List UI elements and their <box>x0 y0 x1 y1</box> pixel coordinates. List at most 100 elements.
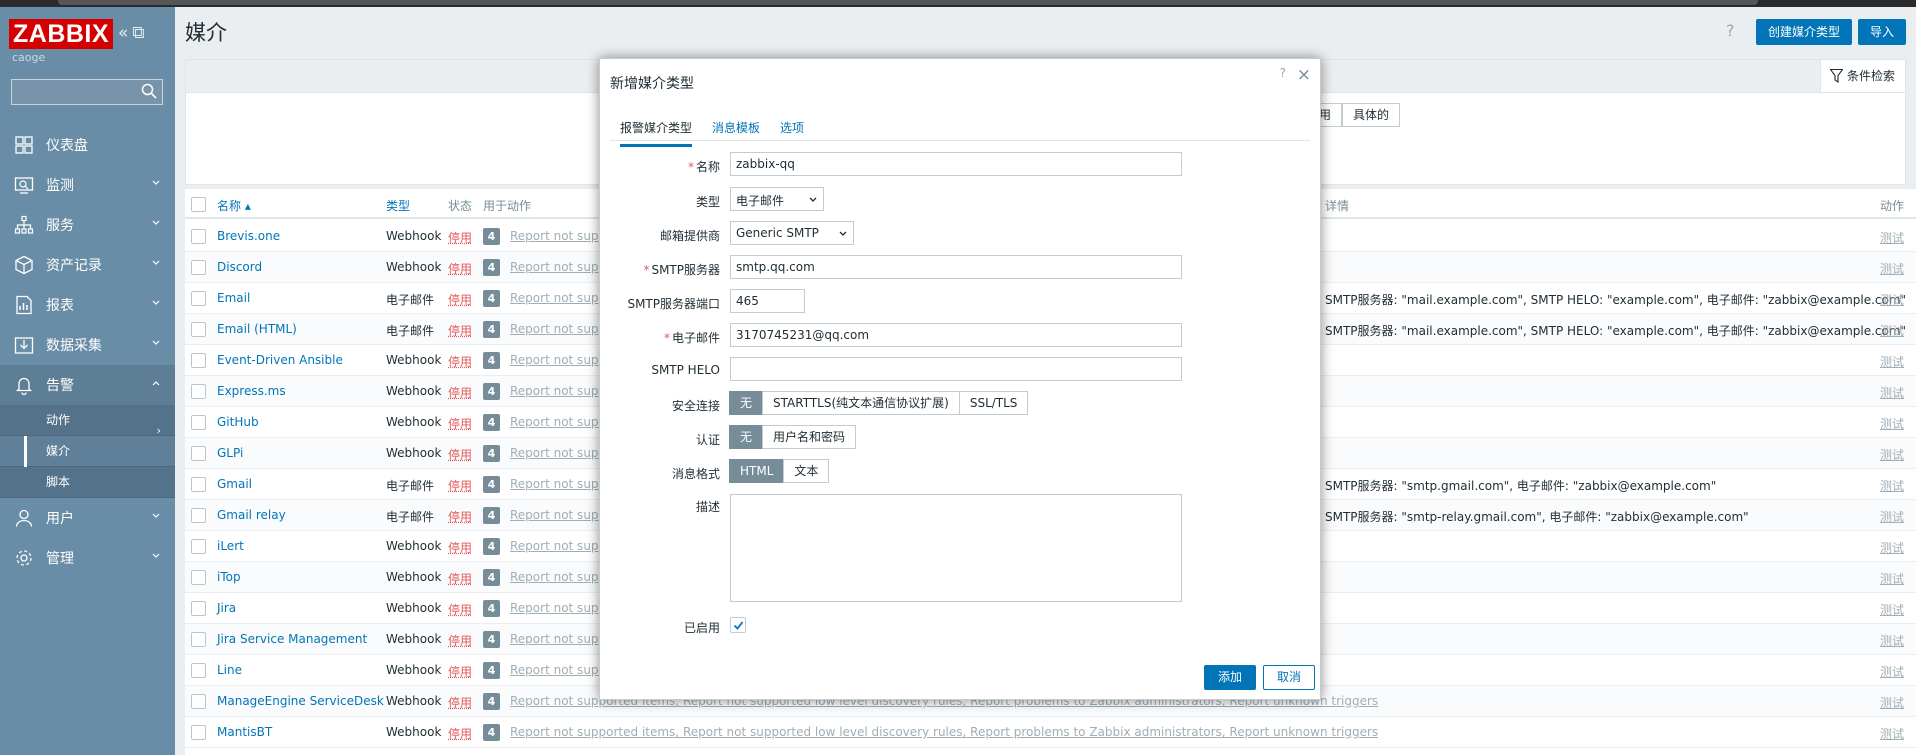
used-in-actions-links[interactable]: Report not supported items, Report not s… <box>510 725 1378 739</box>
select-all-checkbox[interactable] <box>191 197 206 212</box>
test-link[interactable]: 测试 <box>1880 260 1904 277</box>
collapse-icon[interactable]: « <box>118 23 132 43</box>
row-checkbox[interactable] <box>191 415 206 430</box>
status-toggle-link[interactable]: 停用 <box>448 384 472 401</box>
test-link[interactable]: 测试 <box>1880 353 1904 370</box>
media-type-name-link[interactable]: Email (HTML) <box>217 322 297 336</box>
status-toggle-link[interactable]: 停用 <box>448 260 472 277</box>
kiosk-icon[interactable]: ⧉ <box>132 23 148 43</box>
subnav-scripts[interactable]: 脚本 <box>0 467 175 498</box>
media-type-name-link[interactable]: GLPi <box>217 446 243 460</box>
row-checkbox[interactable] <box>191 601 206 616</box>
test-link[interactable]: 测试 <box>1880 291 1904 308</box>
format-option-text[interactable]: 文本 <box>783 459 830 483</box>
status-toggle-link[interactable]: 停用 <box>448 663 472 680</box>
col-name[interactable]: 名称 ▴ <box>217 197 251 214</box>
row-checkbox[interactable] <box>191 694 206 709</box>
media-type-name-link[interactable]: iLert <box>217 539 244 553</box>
media-type-name-link[interactable]: Express.ms <box>217 384 286 398</box>
close-icon[interactable]: × <box>1297 65 1311 85</box>
cancel-button[interactable]: 取消 <box>1263 665 1316 690</box>
row-checkbox[interactable] <box>191 725 206 740</box>
media-type-name-link[interactable]: Gmail <box>217 477 252 491</box>
smtp-server-input[interactable]: smtp.qq.com <box>730 255 1182 279</box>
status-toggle-link[interactable]: 停用 <box>448 508 472 525</box>
auth-option-username-password[interactable]: 用户名和密码 <box>762 425 857 449</box>
media-type-name-link[interactable]: Event-Driven Ansible <box>217 353 343 367</box>
test-link[interactable]: 测试 <box>1880 570 1904 587</box>
create-media-type-button[interactable]: 创建媒介类型 <box>1756 19 1853 45</box>
test-link[interactable]: 测试 <box>1880 725 1904 742</box>
media-type-name-link[interactable]: Discord <box>217 260 262 274</box>
filter-option-specific[interactable]: 具体的 <box>1342 103 1401 127</box>
test-link[interactable]: 测试 <box>1880 384 1904 401</box>
tab-media-type[interactable]: 报警媒介类型 <box>620 119 693 147</box>
test-link[interactable]: 测试 <box>1880 601 1904 618</box>
row-checkbox[interactable] <box>191 508 206 523</box>
status-toggle-link[interactable]: 停用 <box>448 632 472 649</box>
test-link[interactable]: 测试 <box>1880 415 1904 432</box>
status-toggle-link[interactable]: 停用 <box>448 539 472 556</box>
nav-reports[interactable]: 报表 <box>0 285 175 325</box>
status-toggle-link[interactable]: 停用 <box>448 694 472 711</box>
row-checkbox[interactable] <box>191 570 206 585</box>
row-checkbox[interactable] <box>191 477 206 492</box>
filter-tab[interactable]: 条件检索 <box>1819 60 1905 92</box>
status-toggle-link[interactable]: 停用 <box>448 477 472 494</box>
row-checkbox[interactable] <box>191 322 206 337</box>
test-link[interactable]: 测试 <box>1880 477 1904 494</box>
status-toggle-link[interactable]: 停用 <box>448 570 472 587</box>
col-type[interactable]: 类型 <box>386 197 410 214</box>
row-checkbox[interactable] <box>191 384 206 399</box>
nav-inventory[interactable]: 资产记录 <box>0 245 175 285</box>
row-checkbox[interactable] <box>191 663 206 678</box>
row-checkbox[interactable] <box>191 229 206 244</box>
row-checkbox[interactable] <box>191 291 206 306</box>
tab-options[interactable]: 选项 <box>780 119 804 136</box>
status-toggle-link[interactable]: 停用 <box>448 229 472 246</box>
subnav-actions[interactable]: 动作 › <box>0 405 175 437</box>
enabled-checkbox[interactable] <box>730 617 746 633</box>
row-checkbox[interactable] <box>191 632 206 647</box>
nav-monitoring[interactable]: 监测 <box>0 165 175 205</box>
format-option-html[interactable]: HTML <box>729 459 785 483</box>
media-type-name-link[interactable]: MantisBT <box>217 725 272 739</box>
smtp-port-input[interactable]: 465 <box>730 289 805 313</box>
row-checkbox[interactable] <box>191 260 206 275</box>
nav-administration[interactable]: 管理 <box>0 538 175 578</box>
media-type-name-link[interactable]: GitHub <box>217 415 259 429</box>
add-button[interactable]: 添加 <box>1204 665 1257 690</box>
nav-services[interactable]: 服务 <box>0 205 175 245</box>
auth-option-none[interactable]: 无 <box>729 425 764 449</box>
test-link[interactable]: 测试 <box>1880 539 1904 556</box>
test-link[interactable]: 测试 <box>1880 446 1904 463</box>
email-input[interactable]: 3170745231@qq.com <box>730 323 1182 347</box>
status-toggle-link[interactable]: 停用 <box>448 415 472 432</box>
media-type-name-link[interactable]: Brevis.one <box>217 229 280 243</box>
media-type-name-link[interactable]: ManageEngine ServiceDesk <box>217 694 384 708</box>
security-option-none[interactable]: 无 <box>729 391 764 415</box>
test-link[interactable]: 测试 <box>1880 663 1904 680</box>
security-option-starttls[interactable]: STARTTLS(纯文本通信协议扩展) <box>762 391 960 415</box>
test-link[interactable]: 测试 <box>1880 508 1904 525</box>
nav-alerts[interactable]: 告警 <box>0 365 175 405</box>
media-type-name-link[interactable]: iTop <box>217 570 241 584</box>
subnav-media-types[interactable]: 媒介 <box>0 436 175 467</box>
media-type-name-link[interactable]: Jira Service Management <box>217 632 367 646</box>
type-select[interactable]: 电子邮件 <box>730 187 824 211</box>
media-type-name-link[interactable]: Line <box>217 663 242 677</box>
row-checkbox[interactable] <box>191 446 206 461</box>
description-textarea[interactable] <box>730 494 1182 602</box>
status-toggle-link[interactable]: 停用 <box>448 322 472 339</box>
zabbix-logo[interactable]: ZABBIX <box>9 19 114 49</box>
media-type-name-link[interactable]: Email <box>217 291 250 305</box>
name-input[interactable]: zabbix-qq <box>730 152 1182 176</box>
test-link[interactable]: 测试 <box>1880 694 1904 711</box>
test-link[interactable]: 测试 <box>1880 229 1904 246</box>
search-icon[interactable] <box>141 83 157 99</box>
import-button[interactable]: 导入 <box>1858 19 1907 45</box>
media-type-name-link[interactable]: Jira <box>217 601 236 615</box>
row-checkbox[interactable] <box>191 539 206 554</box>
smtp-helo-input[interactable] <box>730 357 1182 381</box>
help-icon[interactable]: ? <box>1726 21 1735 40</box>
